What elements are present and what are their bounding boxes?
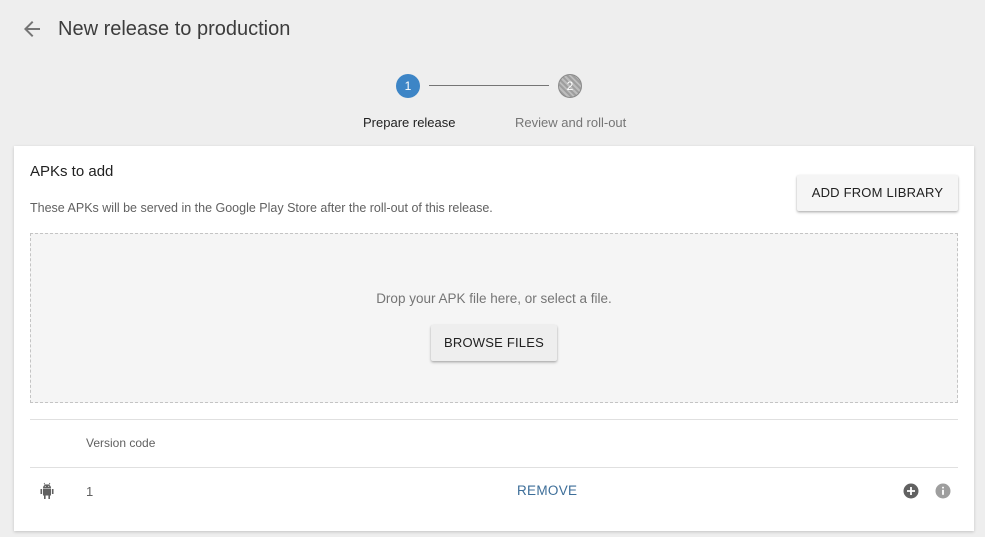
back-button[interactable]	[20, 17, 44, 41]
apks-title: APKs to add	[30, 163, 114, 180]
add-circle-icon[interactable]	[903, 483, 919, 499]
release-stepper: 1 2 Prepare release Review and roll-out	[0, 70, 985, 140]
table-divider	[30, 467, 958, 468]
table-divider	[30, 419, 958, 420]
remove-button[interactable]: REMOVE	[517, 483, 577, 498]
add-from-library-button[interactable]: ADD FROM LIBRARY	[797, 175, 958, 211]
step-1-indicator: 1	[396, 74, 420, 98]
step-2-label: Review and roll-out	[515, 115, 627, 130]
page-title: New release to production	[58, 18, 291, 40]
apks-description: These APKs will be served in the Google …	[30, 201, 493, 215]
info-icon[interactable]	[935, 483, 951, 499]
apk-dropzone[interactable]: Drop your APK file here, or select a fil…	[30, 233, 958, 403]
page-header: New release to production	[0, 0, 985, 60]
arrow-left-icon	[24, 21, 40, 37]
step-2-indicator: 2	[558, 74, 582, 98]
dropzone-text: Drop your APK file here, or select a fil…	[376, 291, 612, 306]
step-connector	[429, 85, 549, 86]
column-header-version-code: Version code	[86, 436, 156, 450]
version-code-value: 1	[86, 484, 94, 499]
browse-files-button[interactable]: BROWSE FILES	[431, 325, 557, 361]
apks-card: APKs to add These APKs will be served in…	[14, 146, 974, 531]
android-icon	[39, 482, 55, 500]
step-1-label: Prepare release	[363, 115, 456, 130]
